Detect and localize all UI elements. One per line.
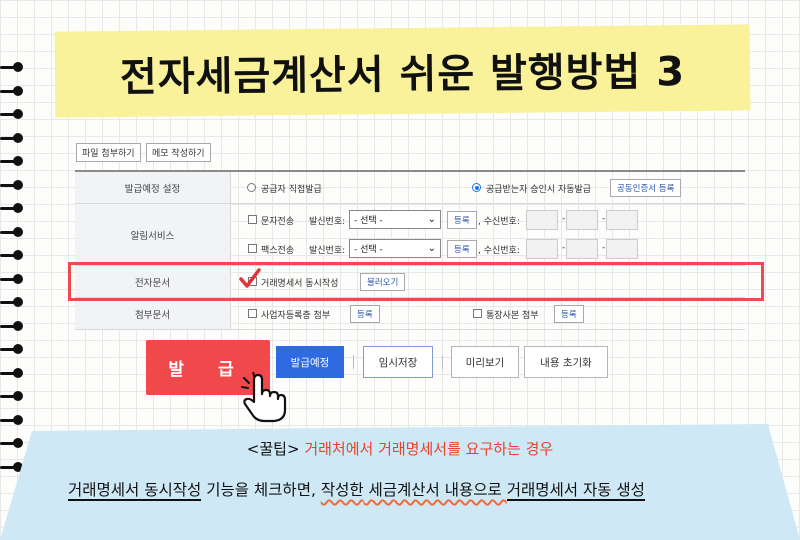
sms-sender-select-value: - 선택 - xyxy=(354,216,383,226)
tip-result: 거래명세서 자동 생성 xyxy=(506,481,645,501)
radio-direct-issue[interactable] xyxy=(247,183,256,192)
binding-ring xyxy=(0,297,24,307)
fax-sender-select[interactable]: - 선택 - ⌄ xyxy=(349,239,441,258)
binding-ring xyxy=(0,273,24,284)
binding-ring xyxy=(0,414,24,425)
row-label-attach: 첨부문서 xyxy=(75,298,231,329)
tip-written: 작성한 xyxy=(320,481,364,499)
temp-save-button[interactable]: 임시저장 xyxy=(363,346,433,378)
binding-ring xyxy=(0,226,24,237)
binding-ring xyxy=(0,85,24,96)
preview-button[interactable]: 미리보기 xyxy=(451,346,519,378)
binding-hole xyxy=(13,250,23,260)
biz-reg-checkbox[interactable] xyxy=(248,309,257,318)
binding-hole xyxy=(13,132,23,143)
binding-ring xyxy=(0,320,24,331)
binding-hole xyxy=(13,179,23,190)
binding-hole xyxy=(13,414,23,425)
fax-label: 팩스전송 xyxy=(261,246,295,256)
hand-cursor-icon xyxy=(241,372,287,423)
tip-feature: 거래명세서 동시작성 xyxy=(68,481,202,501)
register-cert-button[interactable]: 공동인증서 등록 xyxy=(610,179,682,197)
sms-register-button[interactable]: 등록 xyxy=(447,211,477,229)
row-label-notify: 알림서비스 xyxy=(75,204,231,265)
sms-checkbox[interactable] xyxy=(248,215,257,224)
dash: - xyxy=(562,243,566,253)
fax-sender-label: 발신번호: xyxy=(309,246,346,256)
binding-ring xyxy=(0,179,24,190)
binding-ring xyxy=(0,62,24,72)
fax-checkbox[interactable] xyxy=(248,244,257,253)
tip-text-2: 세금계산서 내용으로 xyxy=(363,481,507,499)
row-issue-setting: 발급예정 설정 공급자 직접발급 공급받는자 승인시 자동발급 공동인증서 등록 xyxy=(75,172,745,204)
radio-auto-issue-label: 공급받는자 승인시 자동발급 xyxy=(486,185,592,195)
binding-ring xyxy=(0,391,24,401)
dash: - xyxy=(602,214,606,224)
tip-body: 거래명세서 동시작성 기능을 체크하면, 작성한 세금계산서 내용으로 거래명세… xyxy=(68,478,645,501)
title-banner: 전자세금계산서 쉬운 발행방법 3 xyxy=(54,24,751,118)
binding-hole xyxy=(13,203,23,213)
highlight-box xyxy=(68,262,764,301)
binding-ring xyxy=(0,203,24,213)
fax-receiver-input-3[interactable] xyxy=(606,239,638,259)
sms-receiver-input-1[interactable] xyxy=(526,210,558,230)
binding-ring xyxy=(0,156,24,166)
divider xyxy=(353,355,354,369)
tip-condition: 거래처에서 거래명세서를 요구하는 경우 xyxy=(304,440,554,458)
binding-ring xyxy=(0,250,24,260)
row-notify: 알림서비스 문자전송 발신번호: - 선택 - ⌄ 등록 , 수신번호: - -… xyxy=(75,204,745,266)
fax-sender-select-value: - 선택 - xyxy=(354,245,383,255)
chevron-down-icon: ⌄ xyxy=(427,243,436,254)
check-mark-icon xyxy=(239,268,261,288)
dash: - xyxy=(562,214,566,224)
dash: - xyxy=(602,243,606,253)
binding-hole xyxy=(13,226,23,237)
write-memo-button[interactable]: 메모 작성하기 xyxy=(146,143,211,162)
biz-reg-label: 사업자등록증 첨부 xyxy=(261,311,331,321)
chevron-down-icon: ⌄ xyxy=(427,214,436,225)
sms-receiver-input-3[interactable] xyxy=(606,210,638,230)
binding-hole xyxy=(13,391,23,401)
invoice-options-table: 발급예정 설정 공급자 직접발급 공급받는자 승인시 자동발급 공동인증서 등록… xyxy=(75,170,745,330)
binding-hole xyxy=(13,344,23,354)
fax-receiver-input-2[interactable] xyxy=(566,239,598,259)
fax-register-button[interactable]: 등록 xyxy=(447,240,477,258)
binding-hole xyxy=(13,297,23,307)
sms-sender-label: 발신번호: xyxy=(309,217,346,227)
binding-hole xyxy=(13,85,23,96)
binding-hole xyxy=(13,320,23,331)
attach-file-button[interactable]: 파일 첨부하기 xyxy=(76,143,141,162)
binding-ring xyxy=(0,461,24,472)
binding-hole xyxy=(13,367,23,378)
bank-copy-register-button[interactable]: 등록 xyxy=(554,305,584,323)
reset-button[interactable]: 내용 초기화 xyxy=(524,346,608,378)
radio-auto-issue[interactable] xyxy=(472,183,481,192)
binding-hole xyxy=(13,156,23,166)
sms-receiver-input-2[interactable] xyxy=(566,210,598,230)
page-title: 전자세금계산서 쉬운 발행방법 3 xyxy=(119,49,686,101)
tip-headline: <꿀팁> 거래처에서 거래명세서를 요구하는 경우 xyxy=(0,438,800,459)
bank-copy-checkbox[interactable] xyxy=(473,309,482,318)
binding-ring xyxy=(0,132,24,143)
radio-direct-issue-label: 공급자 직접발급 xyxy=(261,185,322,195)
sms-label: 문자전송 xyxy=(261,217,295,227)
sms-receiver-label: , 수신번호: xyxy=(478,217,520,227)
sms-sender-select[interactable]: - 선택 - ⌄ xyxy=(349,210,441,229)
row-attach: 첨부문서 사업자등록증 첨부 등록 통장사본 첨부 등록 xyxy=(75,298,745,330)
binding-ring xyxy=(0,109,24,119)
binding-ring xyxy=(0,367,24,378)
biz-reg-register-button[interactable]: 등록 xyxy=(350,305,380,323)
binding-hole xyxy=(13,62,23,72)
tip-tag: <꿀팁> xyxy=(246,440,300,458)
binding-ring xyxy=(0,344,24,354)
bank-copy-label: 통장사본 첨부 xyxy=(486,311,539,321)
binding-hole xyxy=(13,109,23,119)
fax-receiver-input-1[interactable] xyxy=(526,239,558,259)
fax-receiver-label: , 수신번호: xyxy=(478,246,520,256)
binding-hole xyxy=(13,273,23,284)
tip-text-1: 기능을 체크하면, xyxy=(201,481,321,499)
divider xyxy=(442,355,443,369)
row-label-issue-setting: 발급예정 설정 xyxy=(75,172,231,203)
